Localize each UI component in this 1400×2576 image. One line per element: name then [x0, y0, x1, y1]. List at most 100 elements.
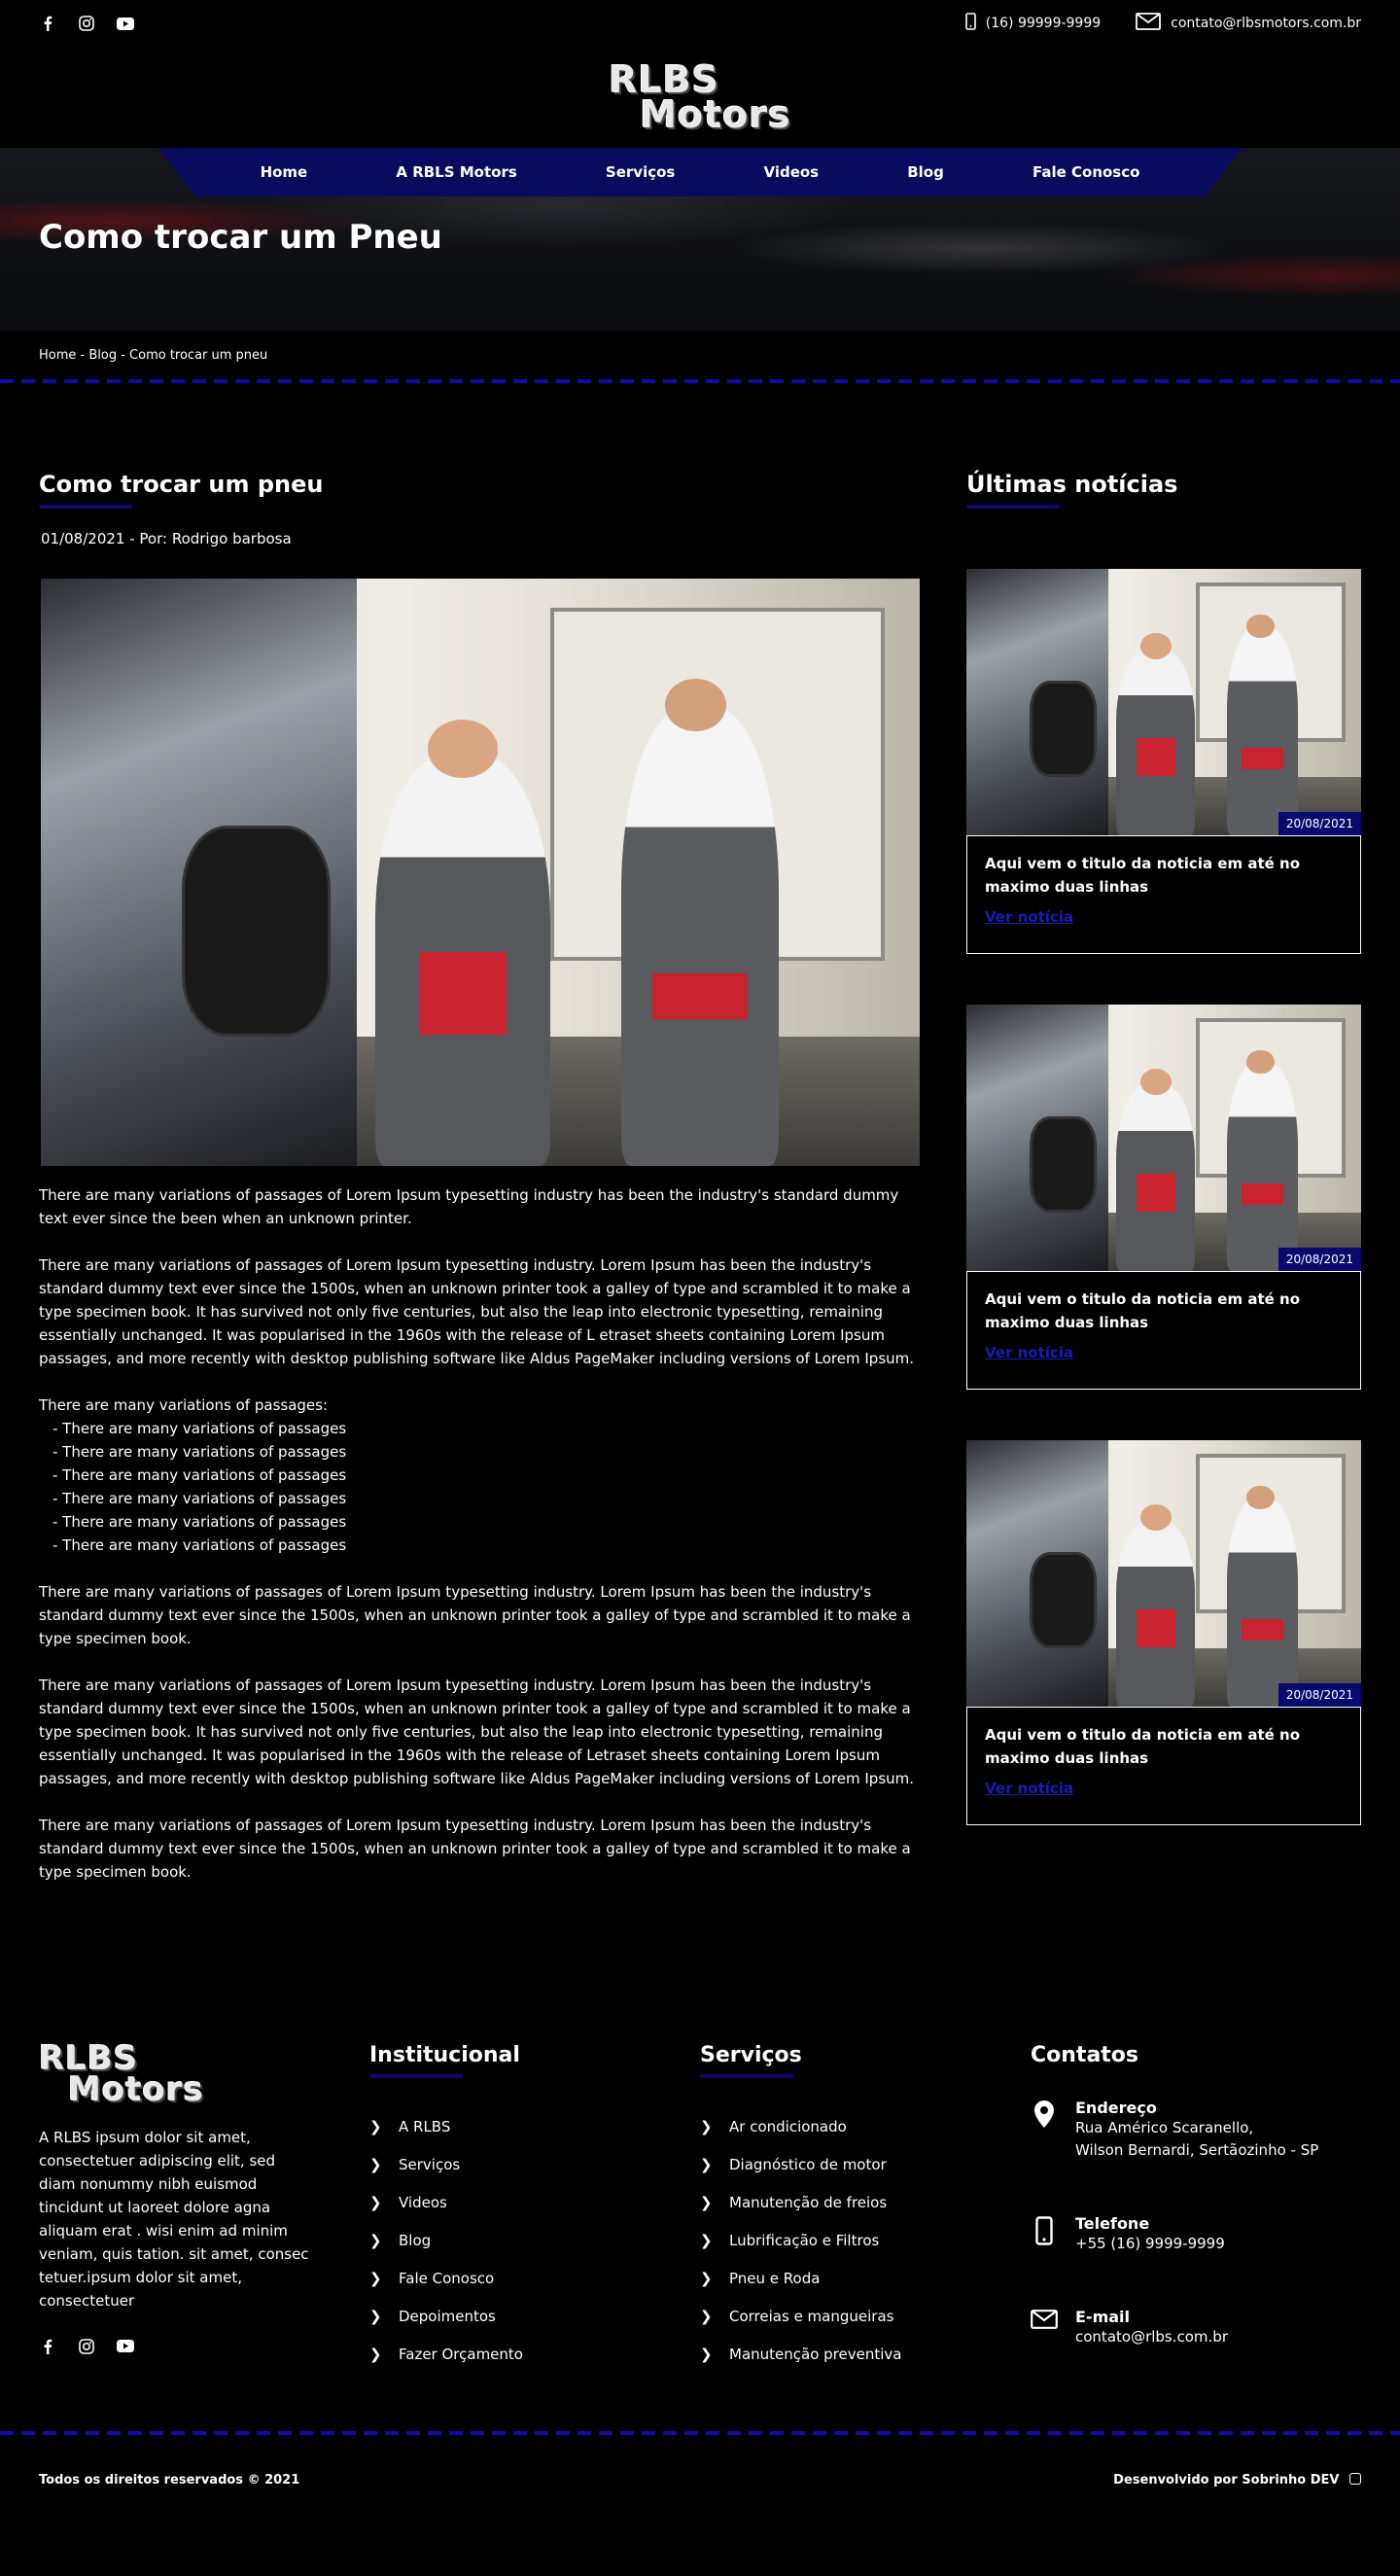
article: Como trocar um pneu 01/08/2021 - Por: Ro… [39, 471, 922, 1907]
news-link[interactable]: Ver notícia [985, 908, 1073, 926]
list-item: - There are many variations of passages [52, 1466, 347, 1484]
news-image[interactable]: 20/08/2021 [966, 1005, 1361, 1271]
top-phone[interactable]: (16) 99999-9999 [964, 13, 1102, 34]
chevron-right-icon: ❯ [700, 2231, 713, 2249]
footer-link[interactable]: ❯ Manutenção preventiva [700, 2335, 1031, 2373]
footer-link[interactable]: ❯ Depoimentos [369, 2297, 700, 2335]
footer-link[interactable]: ❯ Ar condicionado [700, 2107, 1031, 2145]
footer-link-label: Pneu e Roda [729, 2269, 821, 2287]
footer-link[interactable]: ❯ Lubrificação e Filtros [700, 2221, 1031, 2259]
news-image[interactable]: 20/08/2021 [966, 569, 1361, 835]
news-card[interactable]: 20/08/2021 Aqui vem o titulo da noticia … [966, 1005, 1361, 1390]
list-intro: There are many variations of passages: [39, 1396, 329, 1414]
copyright: Todos os direitos reservados © 2021 [39, 2472, 300, 2488]
article-paragraph: There are many variations of passages of… [39, 1256, 915, 1367]
top-phone-text: (16) 99999-9999 [985, 16, 1102, 31]
footer-link[interactable]: ❯ Manutenção de freios [700, 2183, 1031, 2221]
contact-address: Endereço Rua Américo Scaranello, Wilson … [1031, 2099, 1361, 2162]
chevron-right-icon: ❯ [369, 2269, 382, 2287]
footer-link[interactable]: ❯ Fale Conosco [369, 2259, 700, 2297]
sidebar: Últimas notícias 20/08/2021 Aqui vem o t… [966, 471, 1361, 1907]
nav-contact[interactable]: Fale Conosco [1032, 163, 1139, 181]
news-card[interactable]: 20/08/2021 Aqui vem o titulo da noticia … [966, 569, 1361, 954]
news-image[interactable]: 20/08/2021 [966, 1440, 1361, 1707]
list-item: - There are many variations of passages [52, 1420, 347, 1437]
footer-links: ❯ A RLBS ❯ Serviços ❯ Videos ❯ Blog ❯ Fale Co… [369, 2107, 700, 2373]
footer-link[interactable]: ❯ Correias e mangueiras [700, 2297, 1031, 2335]
chevron-right-icon: ❯ [700, 2117, 713, 2135]
chevron-right-icon: ❯ [700, 2155, 713, 2173]
nav-services[interactable]: Serviços [606, 163, 675, 181]
footer-link-label: Fazer Orçamento [399, 2345, 523, 2363]
nav-home[interactable]: Home [261, 163, 308, 181]
developer-text: Desenvolvido por Sobrinho DEV [1113, 2472, 1340, 2488]
news-list: 20/08/2021 Aqui vem o titulo da noticia … [966, 569, 1361, 1825]
footer-link-label: Ar condicionado [729, 2117, 847, 2135]
logo-area: RLBS Motors [0, 47, 1400, 148]
footer-link[interactable]: ❯ A RLBS [369, 2107, 700, 2145]
news-card[interactable]: 20/08/2021 Aqui vem o titulo da noticia … [966, 1440, 1361, 1825]
footer-link-label: Lubrificação e Filtros [729, 2231, 880, 2249]
logo-line-2: Motors [640, 93, 791, 136]
contact-address-line: Wilson Bernardi, Sertãozinho - SP [1075, 2141, 1319, 2159]
youtube-icon[interactable] [117, 15, 134, 32]
date-badge: 20/08/2021 [1278, 1248, 1361, 1271]
nav-blog[interactable]: Blog [907, 163, 944, 181]
contact-phone-text: +55 (16) 9999-9999 [1075, 2235, 1225, 2252]
footer-link[interactable]: ❯ Fazer Orçamento [369, 2335, 700, 2373]
title-underline [39, 505, 132, 509]
top-email[interactable]: contato@rlbsmotors.com.br [1136, 13, 1361, 34]
article-paragraph: There are many variations of passages of… [39, 1676, 915, 1787]
footer-col-title: Contatos [1031, 2043, 1139, 2067]
page-title: Como trocar um Pneu [39, 218, 442, 257]
news-body: Aqui vem o titulo da noticia em até no m… [966, 1271, 1361, 1390]
chevron-right-icon: ❯ [700, 2269, 713, 2287]
breadcrumb[interactable]: Home - Blog - Como trocar um pneu [0, 331, 1400, 379]
news-link[interactable]: Ver notícia [985, 1780, 1073, 1797]
developer-credit[interactable]: Desenvolvido por Sobrinho DEV [1113, 2472, 1361, 2488]
chevron-right-icon: ❯ [369, 2117, 382, 2135]
facebook-icon[interactable] [39, 2338, 56, 2355]
mail-icon [1031, 2308, 1058, 2348]
sidebar-title: Últimas notícias [966, 471, 1178, 498]
article-body: There are many variations of passages of… [39, 1183, 922, 1884]
footer-link-label: Fale Conosco [399, 2269, 495, 2287]
nav-about[interactable]: A RBLS Motors [396, 163, 516, 181]
nav-videos[interactable]: Videos [763, 163, 819, 181]
facebook-icon[interactable] [39, 15, 56, 32]
youtube-icon[interactable] [117, 2338, 134, 2355]
footer-contatos: Contatos Endereço Rua Américo Scaranello… [1031, 2043, 1361, 2373]
contact-email[interactable]: E-mail contato@rlbs.com.br [1031, 2308, 1361, 2348]
footer-col-title: Institucional [369, 2043, 520, 2067]
contact-address-line: Rua Américo Scaranello, [1075, 2119, 1254, 2136]
footer-link-label: Serviços [399, 2155, 461, 2173]
footer-link[interactable]: ❯ Videos [369, 2183, 700, 2221]
main-nav: Home A RBLS Motors Serviços Videos Blog … [158, 148, 1242, 196]
date-badge: 20/08/2021 [1278, 1683, 1361, 1707]
top-bar: (16) 99999-9999 contato@rlbsmotors.com.b… [0, 0, 1400, 47]
footer-link[interactable]: ❯ Serviços [369, 2145, 700, 2183]
instagram-icon[interactable] [78, 2338, 95, 2355]
logo-line-2: Motors [68, 2070, 204, 2110]
instagram-icon[interactable] [78, 15, 95, 32]
article-paragraph: There are many variations of passages of… [39, 1186, 899, 1227]
news-link[interactable]: Ver notícia [985, 1344, 1073, 1361]
contact-label: E-mail [1075, 2308, 1131, 2326]
footer-link[interactable]: ❯ Diagnóstico de motor [700, 2145, 1031, 2183]
article-paragraph: There are many variations of passages of… [39, 1583, 911, 1647]
news-title: Aqui vem o titulo da noticia em até no m… [985, 1290, 1301, 1331]
footer-logo[interactable]: RLBS Motors [39, 2042, 369, 2110]
footer-link-label: Manutenção preventiva [729, 2345, 902, 2363]
news-title: Aqui vem o titulo da noticia em até no m… [985, 855, 1301, 896]
footer-links: ❯ Ar condicionado ❯ Diagnóstico de motor ❯… [700, 2107, 1031, 2373]
footer-link[interactable]: ❯ Pneu e Roda [700, 2259, 1031, 2297]
top-email-text: contato@rlbsmotors.com.br [1171, 16, 1361, 31]
footer-link[interactable]: ❯ Blog [369, 2221, 700, 2259]
phone-icon [964, 13, 976, 34]
article-title: Como trocar um pneu [39, 471, 324, 498]
contact-phone[interactable]: Telefone +55 (16) 9999-9999 [1031, 2214, 1361, 2255]
site-logo[interactable]: RLBS Motors [609, 61, 791, 136]
chevron-right-icon: ❯ [700, 2345, 713, 2363]
footer-col-title: Serviços [700, 2043, 802, 2067]
phone-icon [1031, 2214, 1058, 2255]
